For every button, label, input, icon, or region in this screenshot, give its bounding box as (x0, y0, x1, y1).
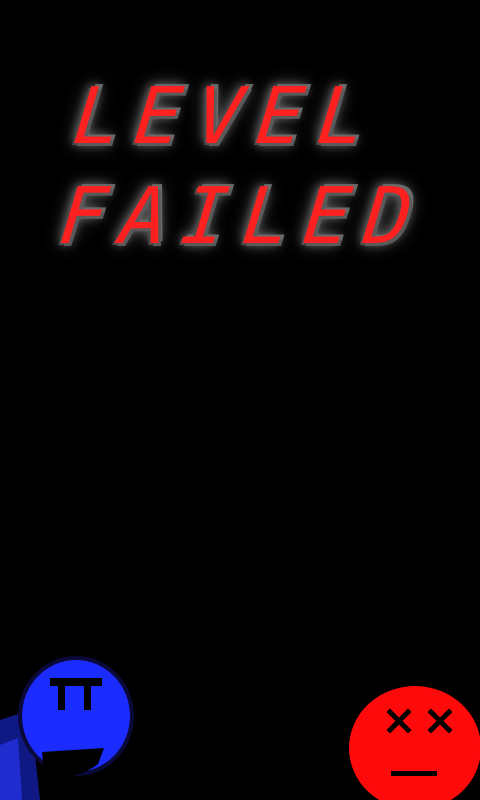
level-failed-title-line2: FAILED (55, 172, 431, 262)
happy-blue-face-icon (0, 656, 134, 800)
level-failed-screen: LEVEL FAILED (0, 0, 480, 800)
dead-red-face-icon (349, 686, 480, 800)
level-failed-title-line1: LEVEL (69, 72, 384, 162)
